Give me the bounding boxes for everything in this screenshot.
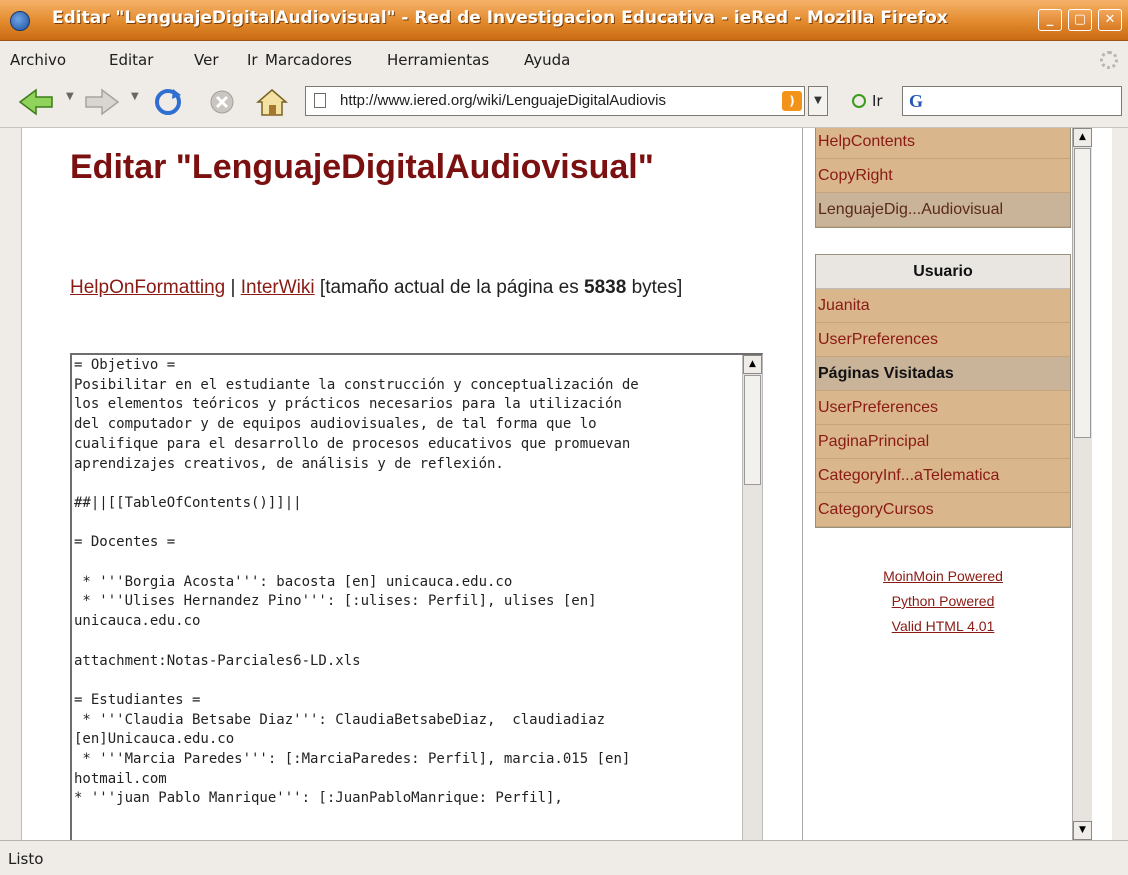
- editor-text[interactable]: = Objetivo = Posibilitar en el estudiant…: [72, 355, 762, 810]
- navigation-toolbar: ▼ ▼ http://www.iered.org/wiki/LenguajeDi…: [0, 78, 1128, 128]
- page-size-prefix: [tamaño actual de la página es: [319, 277, 579, 298]
- editor-scroll-up-icon[interactable]: ▲: [743, 355, 762, 374]
- maximize-icon[interactable]: ▢: [1068, 9, 1092, 31]
- back-dropdown-icon[interactable]: ▼: [66, 91, 74, 102]
- user-panel-header: Usuario: [816, 255, 1070, 289]
- sidebar: HelpContents CopyRight LenguajeDig...Aud…: [802, 128, 1092, 840]
- scroll-up-icon[interactable]: ▲: [1073, 128, 1092, 147]
- visited-pages-header: Páginas Visitadas: [816, 357, 1070, 391]
- page-scrollbar[interactable]: ▲ ▼: [1072, 128, 1092, 840]
- sidebar-item-helpcontents[interactable]: HelpContents: [816, 128, 1070, 159]
- page-scroll-thumb[interactable]: [1074, 148, 1091, 438]
- editor-scroll-thumb[interactable]: [744, 375, 761, 485]
- help-line: HelpOnFormatting | InterWiki [tamaño act…: [70, 276, 730, 300]
- menu-ver[interactable]: Ver: [194, 51, 219, 69]
- visited-item-categoryinf[interactable]: CategoryInf...aTelematica: [816, 459, 1070, 493]
- interwiki-link[interactable]: InterWiki: [241, 277, 315, 298]
- firefox-icon: [10, 11, 30, 31]
- menu-marcadores[interactable]: Marcadores: [265, 51, 352, 69]
- python-powered-link[interactable]: Python Powered: [815, 589, 1071, 614]
- moinmoin-powered-link[interactable]: MoinMoin Powered: [815, 564, 1071, 589]
- minimize-icon[interactable]: _: [1038, 9, 1062, 31]
- url-bar[interactable]: http://www.iered.org/wiki/LenguajeDigita…: [305, 86, 805, 116]
- user-panel: Usuario Juanita UserPreferences Páginas …: [815, 254, 1071, 528]
- page-content: Editar "LenguajeDigitalAudiovisual" Help…: [22, 128, 1112, 840]
- stop-icon: [210, 90, 234, 114]
- throbber-icon: [1100, 51, 1118, 69]
- reload-button[interactable]: [148, 87, 188, 117]
- valid-html-link[interactable]: Valid HTML 4.01: [815, 614, 1071, 639]
- rss-feed-icon[interactable]: ): [782, 91, 802, 111]
- footer-links: MoinMoin Powered Python Powered Valid HT…: [815, 564, 1071, 639]
- search-bar[interactable]: G: [902, 86, 1122, 116]
- sidebar-item-juanita[interactable]: Juanita: [816, 289, 1070, 323]
- sidebar-item-current-page[interactable]: LenguajeDig...Audiovisual: [816, 193, 1070, 227]
- sidebar-item-copyright[interactable]: CopyRight: [816, 159, 1070, 193]
- page-size-suffix: bytes]: [631, 277, 683, 298]
- stop-button[interactable]: [202, 87, 242, 117]
- menu-herramientas[interactable]: Herramientas: [387, 51, 489, 69]
- editor-scrollbar[interactable]: ▲: [742, 355, 762, 840]
- menu-ayuda[interactable]: Ayuda: [524, 51, 570, 69]
- menu-bar: Archivo Editar Ver Ir Marcadores Herrami…: [0, 41, 1128, 78]
- help-separator: |: [230, 277, 236, 298]
- wiki-editor-textarea[interactable]: = Objetivo = Posibilitar en el estudiant…: [70, 353, 763, 840]
- back-arrow-icon: [18, 88, 53, 116]
- forward-dropdown-icon[interactable]: ▼: [131, 91, 139, 102]
- visited-item-paginaprincipal[interactable]: PaginaPrincipal: [816, 425, 1070, 459]
- visited-item-categorycursos[interactable]: CategoryCursos: [816, 493, 1070, 527]
- status-text: Listo: [8, 850, 44, 868]
- status-bar: Listo: [0, 840, 1128, 875]
- page-icon: [314, 93, 326, 108]
- sidebar-item-userpreferences[interactable]: UserPreferences: [816, 323, 1070, 357]
- google-search-icon[interactable]: G: [909, 91, 923, 112]
- visited-item-userpreferences[interactable]: UserPreferences: [816, 391, 1070, 425]
- content-left-edge: [0, 128, 22, 840]
- page-size-value: 5838: [584, 277, 627, 298]
- forward-button[interactable]: [80, 87, 124, 117]
- scroll-down-icon[interactable]: ▼: [1073, 821, 1092, 840]
- help-on-formatting-link[interactable]: HelpOnFormatting: [70, 277, 225, 298]
- window-title-bar: Editar "LenguajeDigitalAudiovisual" - Re…: [0, 0, 1128, 41]
- main-area: Editar "LenguajeDigitalAudiovisual" Help…: [22, 128, 802, 840]
- menu-archivo[interactable]: Archivo: [10, 51, 66, 69]
- home-icon: [255, 89, 289, 116]
- back-button[interactable]: [14, 87, 58, 117]
- menu-ir[interactable]: Ir: [247, 51, 258, 69]
- home-button[interactable]: [250, 87, 294, 117]
- url-text[interactable]: http://www.iered.org/wiki/LenguajeDigita…: [340, 92, 780, 109]
- window-title: Editar "LenguajeDigitalAudiovisual" - Re…: [52, 8, 948, 28]
- forward-arrow-icon: [85, 88, 120, 116]
- reload-icon: [155, 89, 181, 115]
- menu-editar[interactable]: Editar: [109, 51, 153, 69]
- page-title: Editar "LenguajeDigitalAudiovisual": [70, 148, 654, 186]
- go-button[interactable]: Ir: [852, 92, 883, 110]
- go-label: Ir: [872, 92, 883, 110]
- close-icon[interactable]: ✕: [1098, 9, 1122, 31]
- go-icon: [852, 94, 866, 108]
- navigation-panel: HelpContents CopyRight LenguajeDig...Aud…: [815, 128, 1071, 228]
- url-history-dropdown[interactable]: ▼: [808, 86, 828, 116]
